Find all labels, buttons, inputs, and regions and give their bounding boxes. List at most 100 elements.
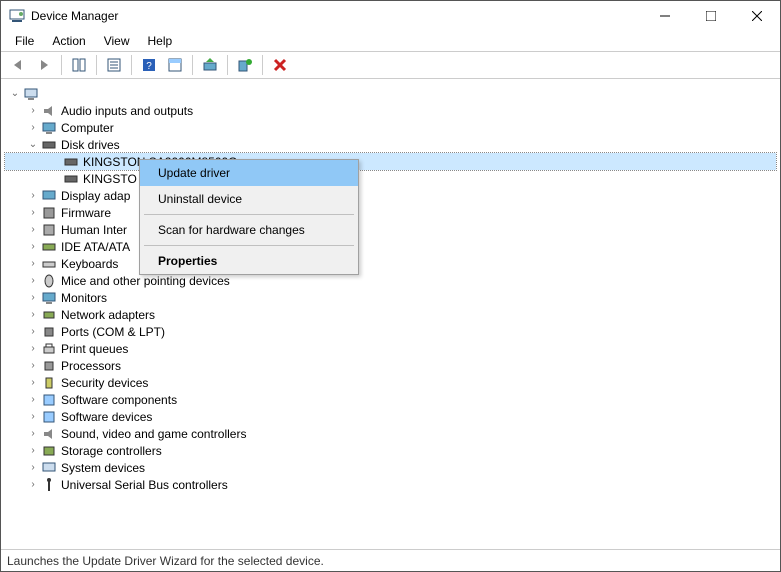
tree-node-usb[interactable]: › Universal Serial Bus controllers — [5, 476, 776, 493]
tree-label: Software devices — [61, 410, 152, 424]
tree-node-print-queues[interactable]: › Print queues — [5, 340, 776, 357]
chevron-right-icon[interactable]: › — [27, 462, 39, 474]
tree-node-storage[interactable]: › Storage controllers — [5, 442, 776, 459]
tree-node-ports[interactable]: › Ports (COM & LPT) — [5, 323, 776, 340]
tree-label: Universal Serial Bus controllers — [61, 478, 228, 492]
chevron-right-icon[interactable]: › — [27, 275, 39, 287]
chevron-down-icon[interactable]: ⌄ — [27, 139, 39, 151]
help-icon[interactable]: ? — [138, 54, 160, 76]
window-title: Device Manager — [31, 9, 642, 23]
app-icon — [9, 8, 25, 24]
ctx-uninstall-device[interactable]: Uninstall device — [140, 186, 358, 212]
context-menu: Update driver Uninstall device Scan for … — [139, 159, 359, 275]
tree-node-keyboards[interactable]: › Keyboards — [5, 255, 776, 272]
tree-node-kingston-2[interactable]: KINGSTO — [5, 170, 776, 187]
tree-node-display[interactable]: › Display adap — [5, 187, 776, 204]
keyboard-icon — [41, 256, 57, 272]
tree-label: Firmware — [61, 206, 111, 220]
chevron-right-icon[interactable]: › — [27, 207, 39, 219]
tree-label: KINGSTO — [83, 172, 137, 186]
properties-sheet-icon[interactable] — [103, 54, 125, 76]
tree-node-ide[interactable]: › IDE ATA/ATA — [5, 238, 776, 255]
ctx-update-driver[interactable]: Update driver — [140, 160, 358, 186]
software-icon — [41, 409, 57, 425]
back-icon[interactable] — [7, 54, 29, 76]
sound-icon — [41, 426, 57, 442]
menu-file[interactable]: File — [7, 32, 42, 50]
chevron-right-icon[interactable]: › — [27, 292, 39, 304]
ctx-properties[interactable]: Properties — [140, 248, 358, 274]
uninstall-icon[interactable] — [269, 54, 291, 76]
chevron-right-icon[interactable]: › — [27, 224, 39, 236]
tree-node-system[interactable]: › System devices — [5, 459, 776, 476]
firmware-icon — [41, 205, 57, 221]
tree-node-monitors[interactable]: › Monitors — [5, 289, 776, 306]
tree-node-software-devices[interactable]: › Software devices — [5, 408, 776, 425]
chevron-right-icon[interactable]: › — [27, 258, 39, 270]
tree-label: Print queues — [61, 342, 128, 356]
chevron-right-icon[interactable]: › — [27, 377, 39, 389]
tree-node-security[interactable]: › Security devices — [5, 374, 776, 391]
tree-node-sound[interactable]: › Sound, video and game controllers — [5, 425, 776, 442]
menu-help[interactable]: Help — [140, 32, 181, 50]
svg-text:?: ? — [146, 61, 152, 72]
chevron-right-icon[interactable]: › — [27, 309, 39, 321]
tree-label: Security devices — [61, 376, 148, 390]
printer-icon — [41, 341, 57, 357]
tree-node-disk-drives[interactable]: ⌄ Disk drives — [5, 136, 776, 153]
update-driver-icon[interactable] — [199, 54, 221, 76]
chevron-right-icon[interactable]: › — [27, 411, 39, 423]
menu-action[interactable]: Action — [44, 32, 93, 50]
titlebar: Device Manager — [1, 1, 780, 31]
ctx-scan-hardware[interactable]: Scan for hardware changes — [140, 217, 358, 243]
chevron-right-icon[interactable]: › — [27, 428, 39, 440]
tree-label: Human Inter — [61, 223, 127, 237]
chevron-right-icon[interactable]: › — [27, 479, 39, 491]
tree-label: Computer — [61, 121, 114, 135]
toolbar-separator — [131, 55, 132, 75]
chevron-right-icon[interactable]: › — [27, 190, 39, 202]
root-node[interactable]: ⌄ — [5, 85, 776, 102]
chevron-right-icon[interactable]: › — [27, 122, 39, 134]
tree-label: Network adapters — [61, 308, 155, 322]
detail-pane-icon[interactable] — [164, 54, 186, 76]
software-icon — [41, 392, 57, 408]
tree-node-mice[interactable]: › Mice and other pointing devices — [5, 272, 776, 289]
chevron-right-icon[interactable]: › — [27, 105, 39, 117]
forward-icon[interactable] — [33, 54, 55, 76]
chevron-right-icon[interactable]: › — [27, 241, 39, 253]
tree-node-kingston-1[interactable]: KINGSTON SA2000M8500G — [5, 153, 776, 170]
maximize-button[interactable] — [688, 1, 734, 31]
chevron-right-icon[interactable]: › — [27, 360, 39, 372]
menu-view[interactable]: View — [96, 32, 138, 50]
tree-node-software-components[interactable]: › Software components — [5, 391, 776, 408]
toolbar-separator — [96, 55, 97, 75]
toolbar: ? — [1, 51, 780, 79]
tree-node-hid[interactable]: › Human Inter — [5, 221, 776, 238]
tree-node-processors[interactable]: › Processors — [5, 357, 776, 374]
tree-node-network[interactable]: › Network adapters — [5, 306, 776, 323]
chevron-right-icon[interactable]: › — [27, 445, 39, 457]
minimize-button[interactable] — [642, 1, 688, 31]
show-hide-tree-icon[interactable] — [68, 54, 90, 76]
system-icon — [41, 460, 57, 476]
tree-node-audio[interactable]: › Audio inputs and outputs — [5, 102, 776, 119]
close-button[interactable] — [734, 1, 780, 31]
tree-label: Software components — [61, 393, 177, 407]
chevron-right-icon[interactable]: › — [27, 326, 39, 338]
tree-label: Storage controllers — [61, 444, 162, 458]
storage-icon — [41, 443, 57, 459]
tree-label: System devices — [61, 461, 145, 475]
tree-node-computer[interactable]: › Computer — [5, 119, 776, 136]
ports-icon — [41, 324, 57, 340]
tree-node-firmware[interactable]: › Firmware — [5, 204, 776, 221]
window-controls — [642, 1, 780, 31]
chevron-right-icon[interactable]: › — [27, 394, 39, 406]
tree-label: Processors — [61, 359, 121, 373]
chevron-right-icon[interactable]: › — [27, 343, 39, 355]
toolbar-separator — [61, 55, 62, 75]
device-tree[interactable]: ⌄ › Audio inputs and outputs › Computer … — [1, 79, 780, 549]
chevron-down-icon[interactable]: ⌄ — [9, 88, 21, 100]
monitor-icon — [41, 290, 57, 306]
scan-hardware-icon[interactable] — [234, 54, 256, 76]
